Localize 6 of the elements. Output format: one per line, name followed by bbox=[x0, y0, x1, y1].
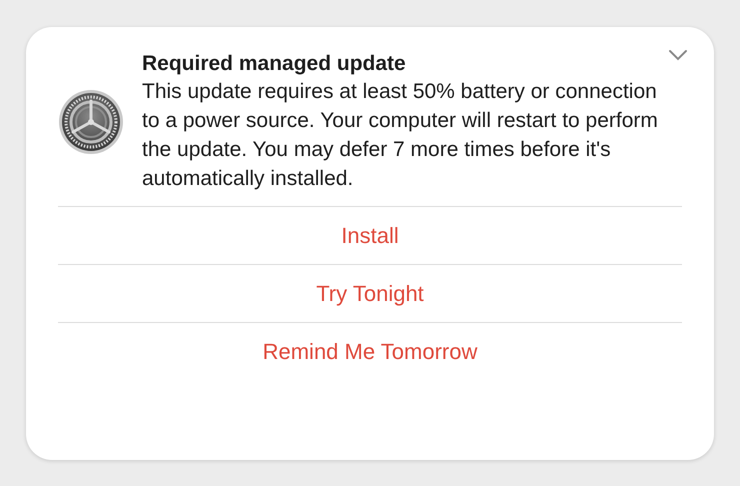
notification-body: This update requires at least 50% battery or connection to a power source. Your computer will restart to perform the update. You may defer 7 more times before it's automatically installed. bbox=[142, 79, 659, 192]
notification-title: Required managed update bbox=[142, 51, 407, 77]
action-button[interactable]: Try Tonight bbox=[58, 264, 682, 322]
action-button[interactable]: Install bbox=[58, 206, 682, 264]
gear-icon bbox=[58, 89, 124, 155]
action-button[interactable]: Remind Me Tomorrow bbox=[58, 322, 682, 380]
